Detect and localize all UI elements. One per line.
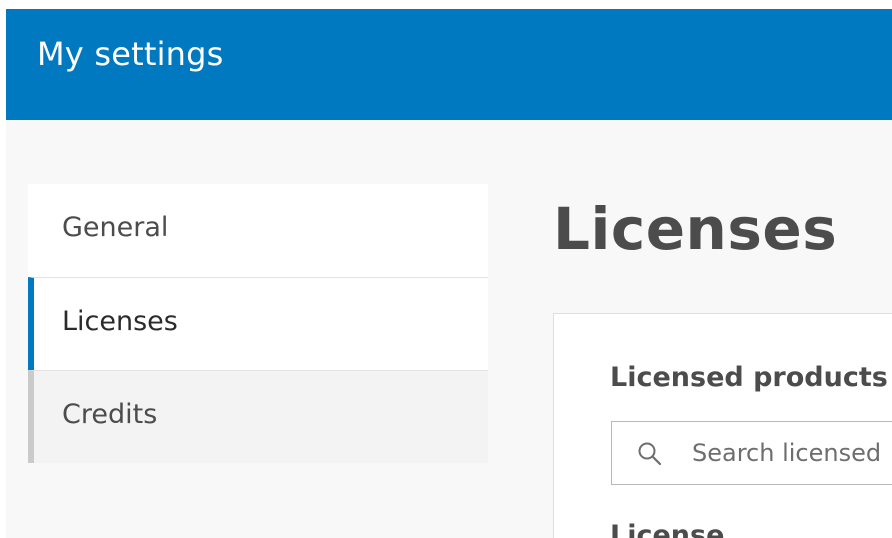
sidebar-item-label: Licenses <box>62 306 178 337</box>
sidebar-item-label: General <box>62 212 169 243</box>
licensed-products-panel: Licensed products License <box>553 313 892 538</box>
search-box[interactable] <box>611 421 892 485</box>
page-title: Licenses <box>553 195 838 263</box>
app-frame: My settings General Licenses Credits Lic… <box>6 9 892 538</box>
section-title: Licensed products <box>610 362 888 393</box>
sidebar-item-label: Credits <box>62 399 158 430</box>
subsection-title: License <box>610 520 725 538</box>
app-header: My settings <box>6 9 892 120</box>
sidebar-item-credits[interactable]: Credits <box>28 370 488 463</box>
search-input[interactable] <box>692 436 892 470</box>
header-title: My settings <box>37 35 224 73</box>
sidebar-item-licenses[interactable]: Licenses <box>28 277 488 370</box>
search-icon <box>636 440 664 468</box>
sidebar-item-general[interactable]: General <box>28 184 488 277</box>
sidebar-nav: General Licenses Credits <box>28 184 488 463</box>
